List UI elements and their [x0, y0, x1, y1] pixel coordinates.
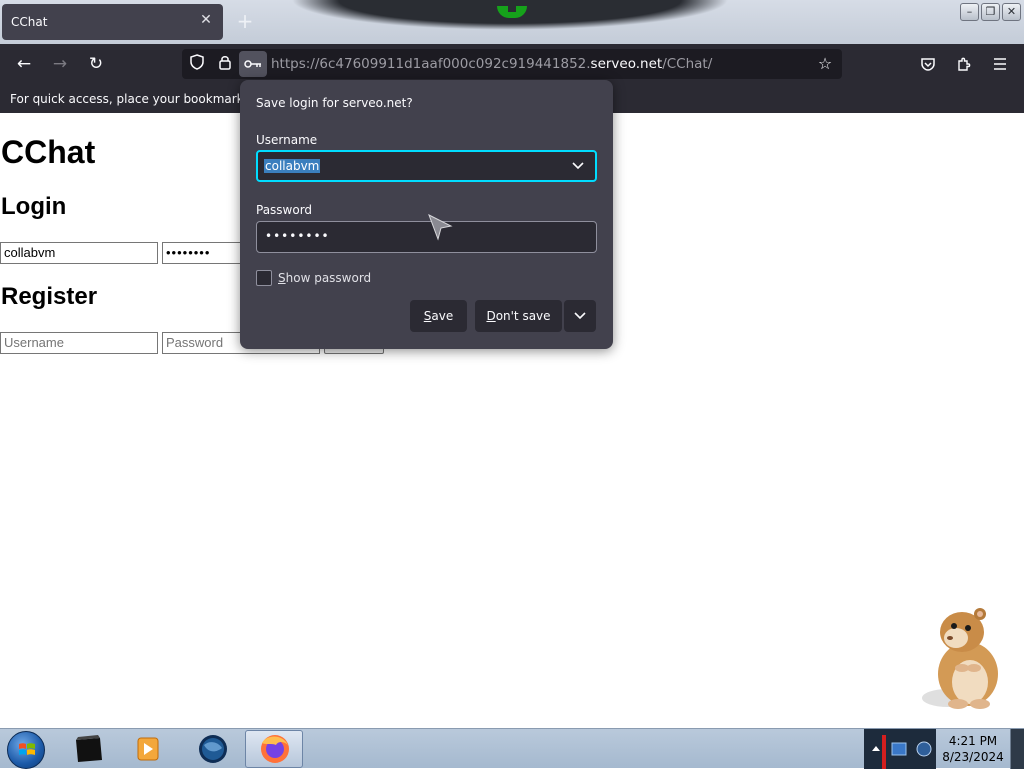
bookmarks-hint: For quick access, place your bookmarks h…: [10, 92, 274, 106]
password-label: Password: [256, 203, 313, 217]
chevron-down-icon: [574, 312, 586, 320]
tab-cchat[interactable]: CChat ✕: [2, 4, 223, 40]
more-actions-button[interactable]: [564, 300, 596, 332]
bookmark-star-icon[interactable]: ☆: [814, 53, 836, 75]
login-heading: Login: [1, 193, 67, 220]
windows-logo-icon: [19, 743, 35, 755]
taskbar-media-player[interactable]: [118, 730, 176, 768]
taskbar: 4:21 PM 8/23/2024: [0, 728, 1024, 769]
dont-save-button[interactable]: Don't save: [475, 300, 562, 332]
chevron-down-icon[interactable]: [569, 157, 587, 175]
tray-icons-area: [864, 729, 936, 769]
black-box-icon: [76, 735, 102, 762]
panel-title: Save login for serveo.net?: [256, 96, 413, 110]
mouse-cursor-icon: [428, 213, 453, 241]
lock-icon[interactable]: [215, 54, 235, 74]
tab-strip: CChat ✕ + – ❐ ✕: [0, 0, 1024, 44]
restore-button[interactable]: ❐: [981, 3, 1000, 21]
clock-time: 4:21 PM: [948, 734, 998, 748]
hamster-image: [922, 608, 998, 709]
close-window-button[interactable]: ✕: [1002, 3, 1021, 21]
tab-close-icon[interactable]: ✕: [197, 11, 215, 29]
register-heading: Register: [1, 283, 98, 310]
extensions-puzzle-icon[interactable]: [952, 52, 976, 76]
username-field[interactable]: collabvm: [256, 150, 597, 182]
username-label: Username: [256, 133, 318, 147]
show-password-label[interactable]: Show password: [278, 271, 371, 285]
start-button[interactable]: [7, 731, 45, 769]
pocket-icon[interactable]: [916, 52, 940, 76]
url-bar[interactable]: https://6c47609911d1aaf000c092c919441852…: [182, 49, 842, 79]
taskbar-firefox[interactable]: [245, 730, 303, 768]
globe-icon: [199, 735, 227, 763]
new-tab-button[interactable]: +: [234, 10, 256, 32]
login-password-input[interactable]: ••••••••: [162, 242, 242, 264]
taskbar-globe-app[interactable]: [184, 730, 242, 768]
nav-toolbar: ← → ↻ https://6c47609911d1aaf000c092c919…: [0, 44, 1024, 84]
password-key-icon[interactable]: [239, 51, 267, 77]
show-desktop-button[interactable]: [1010, 729, 1024, 769]
page-title: CChat: [1, 134, 96, 170]
save-button[interactable]: Save: [410, 300, 467, 332]
network-icon: [891, 742, 907, 756]
forward-button[interactable]: →: [48, 52, 72, 76]
menu-hamburger-icon[interactable]: [988, 52, 1012, 76]
minimize-button[interactable]: –: [960, 3, 979, 21]
register-username-input[interactable]: Username: [0, 332, 158, 354]
login-username-input[interactable]: collabvm: [0, 242, 158, 264]
media-player-icon: [137, 737, 159, 761]
action-center-icon: [916, 741, 932, 757]
firefox-icon: [261, 735, 289, 763]
password-value: ••••••••: [265, 229, 330, 243]
tab-title: CChat: [11, 15, 48, 29]
window-controls: – ❐ ✕: [960, 3, 1021, 21]
tracking-protection-shield-icon[interactable]: [187, 54, 207, 74]
show-password-checkbox[interactable]: [256, 270, 272, 286]
taskbar-desktop-app[interactable]: [60, 730, 118, 768]
back-button[interactable]: ←: [12, 52, 36, 76]
reload-button[interactable]: ↻: [84, 52, 108, 76]
url-text: https://6c47609911d1aaf000c092c919441852…: [271, 56, 713, 72]
taskbar-clock[interactable]: 4:21 PM 8/23/2024: [940, 733, 1006, 765]
clock-date: 8/23/2024: [942, 750, 1004, 764]
username-value: collabvm: [264, 159, 321, 173]
show-hidden-icons-icon: [872, 746, 880, 751]
